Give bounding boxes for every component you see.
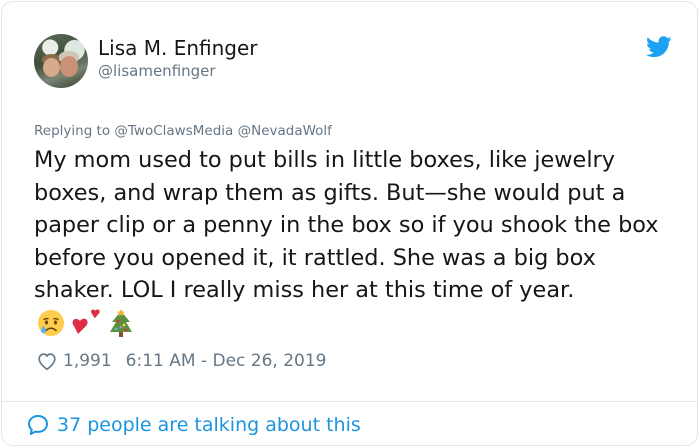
- tweet-text: My mom used to put bills in little boxes…: [34, 147, 659, 304]
- emoji-row: [36, 308, 146, 340]
- mention-link[interactable]: @TwoClawsMedia: [114, 123, 233, 139]
- user-handle[interactable]: @lisamenfinger: [98, 62, 216, 80]
- replying-to: Replying to @TwoClawsMedia @NevadaWolf: [34, 123, 332, 139]
- heart-icon[interactable]: [36, 350, 58, 372]
- avatar[interactable]: [34, 34, 88, 88]
- tweet-meta: 1,991 6:11 AM - Dec 26, 2019: [36, 348, 327, 374]
- crying-face-emoji-icon: [38, 310, 64, 336]
- tweet-timestamp[interactable]: 6:11 AM - Dec 26, 2019: [126, 351, 327, 371]
- tweet-card: Lisa M. Enfinger @lisamenfinger Replying…: [1, 1, 698, 446]
- replying-to-label: Replying to: [34, 123, 111, 139]
- mention-link[interactable]: @NevadaWolf: [238, 123, 332, 139]
- two-hearts-emoji-icon: [72, 309, 100, 334]
- like-count[interactable]: 1,991: [63, 351, 112, 371]
- talking-link[interactable]: 37 people are talking about this: [26, 411, 361, 439]
- twitter-bird-icon[interactable]: [646, 36, 672, 58]
- talking-label: 37 people are talking about this: [57, 414, 361, 436]
- divider: [2, 401, 697, 402]
- tweet-header: Lisa M. Enfinger @lisamenfinger: [34, 34, 674, 90]
- user-name[interactable]: Lisa M. Enfinger: [98, 36, 258, 60]
- chat-bubble-icon: [28, 415, 48, 435]
- christmas-tree-emoji-icon: [110, 309, 132, 337]
